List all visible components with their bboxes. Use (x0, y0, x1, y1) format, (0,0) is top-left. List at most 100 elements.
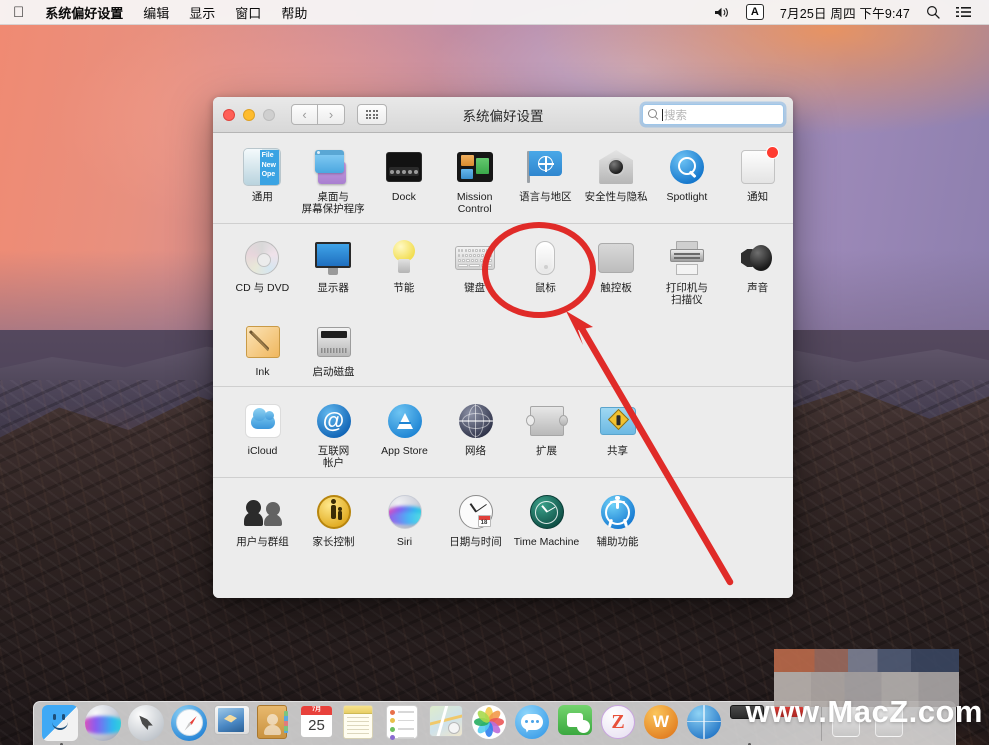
dock-item-wps[interactable]: W (644, 705, 682, 743)
pref-desktop-screensaver[interactable]: 桌面与屏幕保护程序 (298, 143, 369, 215)
dock-item-contacts[interactable] (257, 705, 295, 743)
dock-item-app-red[interactable] (773, 705, 811, 743)
pref-spotlight[interactable]: Spotlight (652, 143, 723, 215)
dock-item-browser[interactable] (687, 705, 725, 743)
show-all-button[interactable] (357, 104, 387, 125)
menu-item-system-preferences[interactable]: 系统偏好设置 (35, 0, 133, 24)
keyboard-icon (455, 238, 495, 278)
traffic-lights (213, 109, 275, 121)
pref-parental-controls[interactable]: 家长控制 (298, 488, 369, 548)
dock-item-safari[interactable] (171, 705, 209, 743)
pref-date-time[interactable]: 18 日期与时间 (440, 488, 511, 548)
notification-center-icon[interactable] (948, 0, 979, 24)
dock-item-notes[interactable] (343, 705, 381, 743)
dock-item-reminders[interactable] (386, 705, 424, 743)
pref-dock[interactable]: Dock (369, 143, 440, 215)
pref-startup-disk[interactable]: 启动磁盘 (298, 318, 369, 378)
pref-accessibility[interactable]: 辅助功能 (582, 488, 653, 548)
window-title-bar[interactable]: ‹ › 系统偏好设置 搜索 (213, 97, 793, 133)
dock-item-messages[interactable] (515, 705, 553, 743)
parental-controls-icon (314, 492, 354, 532)
dock-item-mail[interactable] (214, 705, 252, 743)
dock-item-siri[interactable] (85, 705, 123, 743)
dock-item-finder[interactable] (42, 705, 80, 743)
dock-item-photos[interactable] (472, 705, 510, 743)
pref-users-groups[interactable]: 用户与群组 (227, 488, 298, 548)
pref-label: 通知 (747, 191, 768, 203)
siri-icon (385, 492, 425, 532)
dock-item-downloads[interactable] (832, 705, 870, 743)
notification-badge (766, 146, 779, 159)
pref-icloud[interactable]: iCloud (227, 397, 298, 469)
pref-label: Dock (392, 191, 416, 203)
pref-ink[interactable]: Ink (227, 318, 298, 378)
pref-time-machine[interactable]: Time Machine (511, 488, 582, 548)
desktop:  系统偏好设置 编辑 显示 窗口 帮助 A 7月25日 周四 下午9:47 (0, 0, 989, 745)
pref-sharing[interactable]: 共享 (582, 397, 653, 469)
startup-disk-icon (314, 322, 354, 362)
pref-printers-scanners[interactable]: 打印机与扫描仪 (652, 234, 723, 306)
dock-item-maps[interactable] (429, 705, 467, 743)
dock-item-launchpad[interactable] (128, 705, 166, 743)
spotlight-search-icon[interactable] (918, 0, 948, 24)
pref-label: 语言与地区 (519, 191, 572, 203)
pref-displays[interactable]: 显示器 (298, 234, 369, 306)
pref-language-region[interactable]: 语言与地区 (510, 143, 581, 215)
pref-label: 家长控制 (313, 536, 355, 548)
input-method-indicator[interactable]: A (738, 0, 772, 24)
menu-item-help[interactable]: 帮助 (271, 0, 317, 24)
dock-icon (384, 147, 424, 187)
dock-item-zhihu[interactable]: Z (601, 705, 639, 743)
back-button[interactable]: ‹ (291, 104, 318, 125)
pref-label: 扩展 (536, 445, 557, 457)
pref-label: 日期与时间 (449, 536, 502, 548)
minimize-button[interactable] (243, 109, 255, 121)
apple-logo-icon[interactable]:  (0, 0, 35, 24)
menu-item-window[interactable]: 窗口 (225, 0, 271, 24)
pref-notifications[interactable]: 通知 (722, 143, 793, 215)
dock-item-facetime[interactable] (558, 705, 596, 743)
spotlight-icon (667, 147, 707, 187)
pref-label: Time Machine (514, 536, 580, 548)
speaker-icon[interactable] (706, 0, 738, 24)
app-store-icon (385, 401, 425, 441)
pref-sound[interactable]: 声音 (722, 234, 793, 306)
pref-label: 启动磁盘 (313, 366, 355, 378)
dock-item-calendar[interactable]: 7月 25 (300, 705, 338, 743)
menu-item-edit[interactable]: 编辑 (133, 0, 179, 24)
pref-keyboard[interactable]: 键盘 (439, 234, 510, 306)
menu-bar-clock[interactable]: 7月25日 周四 下午9:47 (772, 0, 918, 24)
pref-network[interactable]: 网络 (440, 397, 511, 469)
pref-app-store[interactable]: App Store (369, 397, 440, 469)
search-input[interactable]: 搜索 (642, 104, 784, 125)
dock-item-trash[interactable] (875, 705, 913, 743)
pref-siri[interactable]: Siri (369, 488, 440, 548)
time-machine-icon (527, 492, 567, 532)
pref-internet-accounts[interactable]: @ 互联网帐户 (298, 397, 369, 469)
pref-extensions[interactable]: 扩展 (511, 397, 582, 469)
pref-cd-dvd[interactable]: CD 与 DVD (227, 234, 298, 306)
pane-row: FileNewOpe 通用 桌面与屏幕保护程序 (213, 143, 793, 215)
forward-button[interactable]: › (318, 104, 345, 125)
calendar-day: 25 (301, 715, 332, 737)
pref-energy-saver[interactable]: 节能 (369, 234, 440, 306)
pref-label: 桌面与屏幕保护程序 (302, 191, 365, 215)
dock-item-system-preferences[interactable] (730, 705, 768, 743)
pref-mouse[interactable]: 鼠标 (510, 234, 581, 306)
pref-security-privacy[interactable]: 安全性与隐私 (581, 143, 652, 215)
pref-general[interactable]: FileNewOpe 通用 (227, 143, 298, 215)
pref-label: 显示器 (317, 282, 349, 294)
pref-label: 共享 (607, 445, 628, 457)
pref-label: 打印机与扫描仪 (666, 282, 708, 306)
pref-trackpad[interactable]: 触控板 (581, 234, 652, 306)
pref-label: 用户与群组 (236, 536, 289, 548)
sharing-icon (598, 401, 638, 441)
menu-bar-left:  系统偏好设置 编辑 显示 窗口 帮助 (0, 0, 317, 24)
close-button[interactable] (223, 109, 235, 121)
menu-bar:  系统偏好设置 编辑 显示 窗口 帮助 A 7月25日 周四 下午9:47 (0, 0, 989, 25)
pref-label: 声音 (747, 282, 768, 294)
pref-label: 鼠标 (535, 282, 556, 294)
mission-control-icon (455, 147, 495, 187)
pref-mission-control[interactable]: MissionControl (439, 143, 510, 215)
menu-item-view[interactable]: 显示 (179, 0, 225, 24)
